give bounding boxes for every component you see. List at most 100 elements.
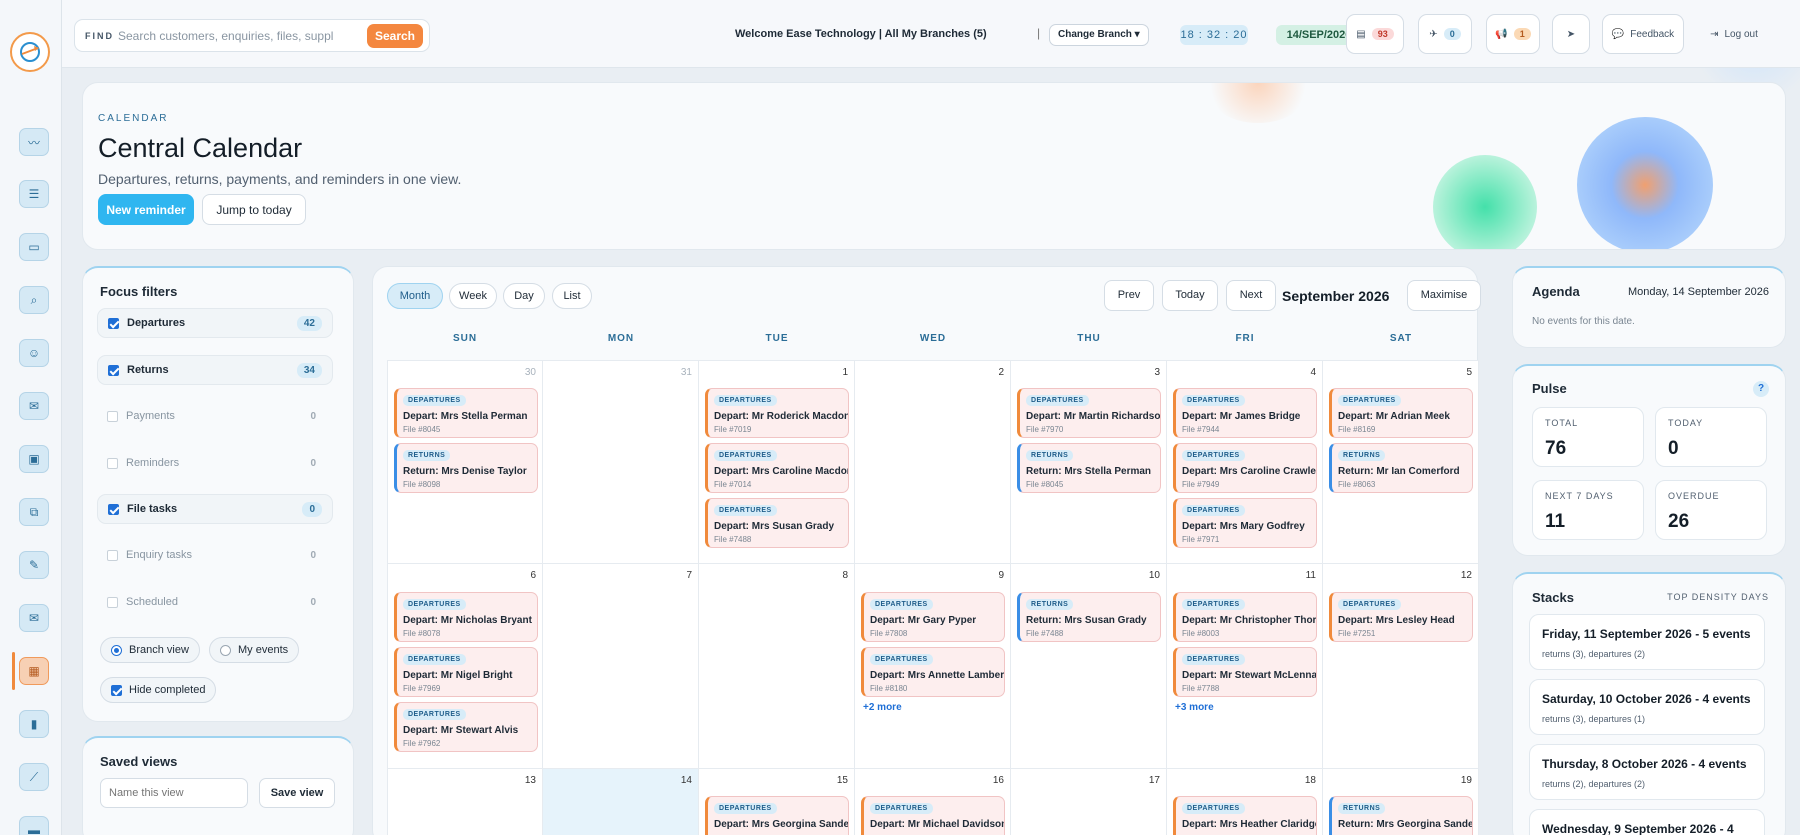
flights-button[interactable]: ✈ 0 (1418, 14, 1472, 54)
day-cell[interactable]: 17 (1011, 769, 1167, 835)
save-view-button[interactable]: Save view (259, 778, 335, 808)
jump-today-button[interactable]: Jump to today (202, 194, 306, 225)
day-cell[interactable]: 5 DEPARTURES Depart: Mr Adrian Meek File #… (1323, 360, 1479, 564)
new-reminder-button[interactable]: New reminder (98, 194, 194, 225)
my-events-radio[interactable]: My events (209, 637, 300, 663)
search-button[interactable]: Search (367, 24, 423, 48)
day-cell[interactable]: 31 (543, 360, 699, 564)
event-card[interactable]: DEPARTURES Depart: Mr James Bridge File #7… (1173, 388, 1317, 438)
departures-checkbox[interactable] (108, 317, 119, 329)
event-card[interactable]: DEPARTURES Depart: Mrs Lesley Head File #7… (1329, 592, 1473, 642)
day-cell[interactable]: 8 (699, 564, 855, 769)
mail-icon[interactable]: ✉ (19, 604, 49, 632)
event-card[interactable]: DEPARTURES Depart: Mr Stewart McLennan Fil… (1173, 647, 1317, 697)
stack-item[interactable]: Thursday, 8 October 2026 - 4 events retu… (1529, 744, 1765, 800)
tab-list[interactable]: List (552, 283, 592, 309)
search-input[interactable] (118, 26, 333, 46)
returns-checkbox[interactable] (108, 364, 119, 376)
event-card[interactable]: DEPARTURES Depart: Mrs Caroline Macdonald… (705, 443, 849, 493)
tab-week[interactable]: Week (449, 283, 497, 309)
day-cell[interactable]: 2 (855, 360, 1011, 564)
image-icon[interactable]: ▣ (19, 445, 49, 473)
hide-completed-toggle[interactable]: Hide completed (100, 677, 217, 703)
day-cell[interactable]: 30 DEPARTURES Depart: Mrs Stella Perman Fi… (387, 360, 543, 564)
event-card[interactable]: RETURNS Return: Mrs Susan Grady File #7488 (1017, 592, 1161, 642)
maximise-button[interactable]: Maximise (1407, 280, 1481, 311)
day-cell[interactable]: 19 RETURNS Return: Mrs Georgina Sanders (1323, 769, 1479, 835)
event-card[interactable]: DEPARTURES Depart: Mr Christopher Thorpe F… (1173, 592, 1317, 642)
filter-enquiry-tasks[interactable]: Enquiry tasks 0 (97, 540, 333, 570)
event-card[interactable]: DEPARTURES Depart: Mr Roderick Macdonald F… (705, 388, 849, 438)
day-cell[interactable]: 1 DEPARTURES Depart: Mr Roderick Macdonal… (699, 360, 855, 564)
day-cell[interactable]: 3 DEPARTURES Depart: Mr Martin Richardson… (1011, 360, 1167, 564)
tab-day[interactable]: Day (503, 283, 545, 309)
event-card[interactable]: RETURNS Return: Mr Ian Comerford File #806… (1329, 443, 1473, 493)
wallet-icon[interactable]: ▬ (19, 816, 49, 835)
day-cell[interactable]: 10 RETURNS Return: Mrs Susan Grady File #7… (1011, 564, 1167, 769)
event-card[interactable]: DEPARTURES Depart: Mr Nicholas Bryant File… (394, 592, 538, 642)
edit-icon[interactable]: ✎ (19, 551, 49, 579)
stack-item[interactable]: Wednesday, 9 September 2026 - 4 (1529, 809, 1765, 835)
calendar-icon[interactable]: ▦ (19, 657, 49, 685)
branch-view-radio[interactable]: Branch view (100, 637, 200, 663)
tab-month[interactable]: Month (387, 283, 443, 309)
filter-scheduled[interactable]: Scheduled 0 (97, 587, 333, 617)
logout-button[interactable]: ⇥ Log out (1694, 14, 1774, 54)
more-events-link[interactable]: +2 more (863, 702, 902, 713)
send-button[interactable]: ➤ (1552, 14, 1590, 54)
event-card[interactable]: DEPARTURES Depart: Mr Michael Davidson (861, 796, 1005, 835)
file-tasks-checkbox[interactable] (108, 503, 119, 515)
files-button[interactable]: ▤ 93 (1346, 14, 1404, 54)
day-cell[interactable]: 16 DEPARTURES Depart: Mr Michael Davidson (855, 769, 1011, 835)
event-card[interactable]: DEPARTURES Depart: Mr Martin Richardson Fi… (1017, 388, 1161, 438)
enquiry-tasks-checkbox[interactable] (107, 549, 118, 561)
chat-icon[interactable]: ✉ (19, 392, 49, 420)
next-button[interactable]: Next (1226, 280, 1276, 311)
reminders-checkbox[interactable] (107, 457, 118, 469)
event-card[interactable]: DEPARTURES Depart: Mrs Susan Grady File #7… (705, 498, 849, 548)
users-icon[interactable]: ☺ (19, 339, 49, 367)
day-cell[interactable]: 18 DEPARTURES Depart: Mrs Heather Claridg… (1167, 769, 1323, 835)
prev-button[interactable]: Prev (1104, 280, 1154, 311)
event-card[interactable]: DEPARTURES Depart: Mrs Annette Lambert Fil… (861, 647, 1005, 697)
view-name-input[interactable] (100, 778, 248, 808)
day-cell[interactable]: 11 DEPARTURES Depart: Mr Christopher Thor… (1167, 564, 1323, 769)
help-icon[interactable]: ? (1753, 381, 1769, 397)
day-cell[interactable]: 12 DEPARTURES Depart: Mrs Lesley Head File… (1323, 564, 1479, 769)
feedback-button[interactable]: 💬 Feedback (1602, 14, 1684, 54)
more-events-link[interactable]: +3 more (1175, 702, 1214, 713)
filter-file-tasks[interactable]: File tasks 0 (97, 494, 333, 524)
day-cell[interactable]: 4 DEPARTURES Depart: Mr James Bridge File … (1167, 360, 1323, 564)
event-card[interactable]: DEPARTURES Depart: Mrs Mary Godfrey File #… (1173, 498, 1317, 548)
event-card[interactable]: DEPARTURES Depart: Mrs Heather Claridge (1173, 796, 1317, 835)
stack-item[interactable]: Saturday, 10 October 2026 - 4 events ret… (1529, 679, 1765, 735)
day-cell-today[interactable]: 14 (543, 769, 699, 835)
line-chart-icon[interactable]: ⟋ (19, 763, 49, 791)
announcements-button[interactable]: 📢 1 (1486, 14, 1540, 54)
day-cell[interactable]: 15 DEPARTURES Depart: Mrs Georgina Sander… (699, 769, 855, 835)
card-icon[interactable]: ▭ (19, 233, 49, 261)
day-cell[interactable]: 7 (543, 564, 699, 769)
app-logo[interactable] (10, 32, 50, 72)
filter-payments[interactable]: Payments 0 (97, 401, 333, 431)
filter-returns[interactable]: Returns 34 (97, 355, 333, 385)
day-cell[interactable]: 9 DEPARTURES Depart: Mr Gary Pyper File #7… (855, 564, 1011, 769)
change-branch-button[interactable]: Change Branch ▾ (1049, 24, 1149, 46)
event-card[interactable]: DEPARTURES Depart: Mr Adrian Meek File #81… (1329, 388, 1473, 438)
event-card[interactable]: DEPARTURES Depart: Mr Gary Pyper File #780… (861, 592, 1005, 642)
day-cell[interactable]: 13 (387, 769, 543, 835)
event-card[interactable]: DEPARTURES Depart: Mr Stewart Alvis File #… (394, 702, 538, 752)
event-card[interactable]: RETURNS Return: Mrs Denise Taylor File #80… (394, 443, 538, 493)
event-card[interactable]: DEPARTURES Depart: Mrs Stella Perman File … (394, 388, 538, 438)
scheduled-checkbox[interactable] (107, 596, 118, 608)
day-cell[interactable]: 6 DEPARTURES Depart: Mr Nicholas Bryant Fi… (387, 564, 543, 769)
event-card[interactable]: RETURNS Return: Mrs Georgina Sanders (1329, 796, 1473, 835)
event-card[interactable]: RETURNS Return: Mrs Stella Perman File #80… (1017, 443, 1161, 493)
list-icon[interactable]: ☰ (19, 180, 49, 208)
payments-checkbox[interactable] (107, 410, 118, 422)
event-card[interactable]: DEPARTURES Depart: Mrs Caroline Crawley Fi… (1173, 443, 1317, 493)
hide-completed-checkbox[interactable] (111, 684, 122, 696)
filter-reminders[interactable]: Reminders 0 (97, 448, 333, 478)
filter-departures[interactable]: Departures 42 (97, 308, 333, 338)
event-card[interactable]: DEPARTURES Depart: Mr Nigel Bright File #7… (394, 647, 538, 697)
